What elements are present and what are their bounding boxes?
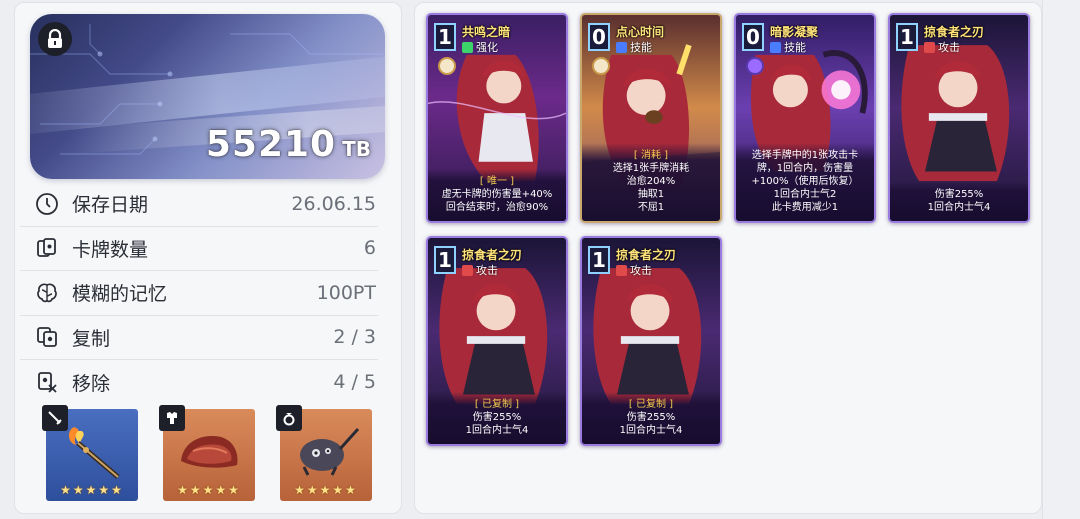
attack-icon	[924, 41, 935, 53]
shadow-gem-icon	[746, 57, 764, 75]
card-desc-line: 1回合内士气2	[773, 189, 837, 200]
stat-value: 2 / 3	[333, 326, 376, 349]
accessory-slot[interactable]: ★★★★★	[276, 405, 372, 501]
card-desc-line: 不屈1	[637, 202, 665, 213]
card-desc-line: 选择手牌中的1张攻击卡	[751, 150, 859, 161]
creature-accessory-icon	[300, 427, 360, 476]
equipment-row: ★★★★★ ★★★★★ ★★★★★	[42, 405, 372, 501]
attack-icon	[462, 264, 473, 276]
card-desc-line: 治愈204%	[626, 176, 676, 187]
skill-card[interactable]: 1 掠食者之刃 攻击 [ 已复制 ] 伤害255% 1回合内士气4	[580, 236, 722, 446]
card-tag: [ 已复制 ]	[474, 399, 520, 410]
card-type: 攻击	[924, 39, 960, 55]
card-desc-line: 虚无卡牌的伤害量+40%	[441, 189, 553, 200]
remove-icon	[34, 369, 60, 395]
card-type: 攻击	[462, 262, 498, 278]
card-type: 强化	[462, 39, 498, 55]
storage-value: 55210 TB	[206, 124, 371, 165]
card-cost: 1	[434, 23, 456, 51]
card-desc-line: 1回合内士气4	[927, 202, 991, 213]
attack-icon	[616, 264, 627, 276]
rarity-stars: ★★★★★	[294, 483, 358, 497]
save-banner[interactable]: 55210 TB	[30, 14, 385, 179]
stat-save-date: 保存日期 26.06.15	[20, 182, 378, 227]
card-description: 选择手牌中的1张攻击卡 牌，1回合内，伤害量 +100%（使用后恢复） 1回合内…	[736, 143, 874, 221]
torch-scepter-icon	[68, 427, 120, 479]
card-title: 点心时间	[616, 25, 665, 39]
sun-gem-icon	[438, 57, 456, 75]
card-tag: [ 消耗 ]	[633, 150, 669, 161]
stat-vague-memory: 模糊的记忆 100PT	[20, 271, 378, 316]
card-desc-line: 伤害255%	[626, 412, 676, 423]
card-desc-line: 1回合内士气4	[619, 425, 683, 436]
stat-value: 4 / 5	[333, 371, 376, 394]
card-description: [ 已复制 ] 伤害255% 1回合内士气4	[428, 392, 566, 444]
card-desc-line: 牌，1回合内，伤害量	[756, 163, 854, 174]
storage-number: 55210	[205, 124, 337, 165]
card-cost: 0	[742, 23, 764, 51]
card-title: 暗影凝聚	[770, 25, 819, 39]
armor-slot[interactable]: ★★★★★	[159, 405, 255, 501]
right-edge	[1042, 0, 1080, 519]
skill-card[interactable]: 1 掠食者之刃 攻击 伤害255% 1回合内士气4	[888, 13, 1030, 223]
card-description: 伤害255% 1回合内士气4	[890, 182, 1028, 221]
card-cost: 1	[434, 246, 456, 274]
save-stats-list: 保存日期 26.06.15 卡牌数量 6 模糊的记忆 100PT 复制 2 / …	[20, 182, 378, 405]
skill-icon	[616, 41, 627, 53]
lock-icon[interactable]	[38, 22, 72, 56]
stat-label: 保存日期	[72, 194, 149, 217]
buff-icon	[462, 41, 473, 53]
card-title: 掠食者之刃	[462, 248, 523, 262]
card-desc-line: 选择1张手牌消耗	[612, 163, 690, 174]
stat-remove: 移除 4 / 5	[20, 360, 378, 405]
copy-icon	[34, 324, 60, 350]
card-desc-line: +100%（使用后恢复）	[751, 176, 859, 187]
stat-label: 复制	[72, 327, 111, 350]
stat-value: 100PT	[316, 281, 376, 304]
card-desc-line: 伤害255%	[472, 412, 522, 423]
card-desc-line: 此卡费用减少1	[771, 202, 839, 213]
card-type: 攻击	[616, 262, 652, 278]
skill-card[interactable]: 0 暗影凝聚 技能 选择手牌中的1张攻击卡 牌，1回合内，伤害量 +100%（使…	[734, 13, 876, 223]
clock-icon	[34, 191, 60, 217]
stat-value: 6	[363, 237, 376, 260]
skill-card[interactable]: 0 点心时间 技能 [ 消耗 ] 选择1张手牌消耗 治愈204% 抽取1 不屈1	[580, 13, 722, 223]
card-desc-line: 回合结束时，治愈90%	[445, 202, 549, 213]
card-desc-line: 1回合内士气4	[465, 425, 529, 436]
stat-copy: 复制 2 / 3	[20, 316, 378, 360]
card-tag: [ 唯一 ]	[479, 176, 515, 187]
card-type: 技能	[616, 39, 652, 55]
stat-value: 26.06.15	[291, 192, 376, 215]
cards-icon	[34, 235, 60, 261]
rarity-stars: ★★★★★	[177, 483, 241, 497]
card-desc-line: 伤害255%	[934, 189, 984, 200]
stat-card-count: 卡牌数量 6	[20, 227, 378, 271]
card-description: [ 消耗 ] 选择1张手牌消耗 治愈204% 抽取1 不屈1	[582, 143, 720, 221]
rarity-stars: ★★★★★	[60, 483, 124, 497]
skill-card[interactable]: 1 共鸣之暗 强化 [ 唯一 ] 虚无卡牌的伤害量+40% 回合结束时，治愈90…	[426, 13, 568, 223]
card-cost: 0	[588, 23, 610, 51]
sun-gem-icon	[592, 57, 610, 75]
stat-label: 卡牌数量	[72, 238, 149, 261]
card-title: 掠食者之刃	[616, 248, 677, 262]
card-title: 掠食者之刃	[924, 25, 985, 39]
card-tag: [ 已复制 ]	[628, 399, 674, 410]
weapon-slot[interactable]: ★★★★★	[42, 405, 138, 501]
brain-icon	[34, 280, 60, 306]
card-desc-line: 抽取1	[637, 189, 665, 200]
card-description: [ 已复制 ] 伤害255% 1回合内士气4	[582, 392, 720, 444]
card-cost: 1	[588, 246, 610, 274]
stat-label: 移除	[72, 372, 111, 395]
card-cost: 1	[896, 23, 918, 51]
skill-card[interactable]: 1 掠食者之刃 攻击 [ 已复制 ] 伤害255% 1回合内士气4	[426, 236, 568, 446]
stat-label: 模糊的记忆	[72, 283, 168, 306]
card-description: [ 唯一 ] 虚无卡牌的伤害量+40% 回合结束时，治愈90%	[428, 169, 566, 221]
storage-unit: TB	[342, 137, 371, 161]
skill-icon	[770, 41, 781, 53]
leather-armor-icon	[181, 436, 238, 468]
card-type: 技能	[770, 39, 806, 55]
card-title: 共鸣之暗	[462, 25, 511, 39]
